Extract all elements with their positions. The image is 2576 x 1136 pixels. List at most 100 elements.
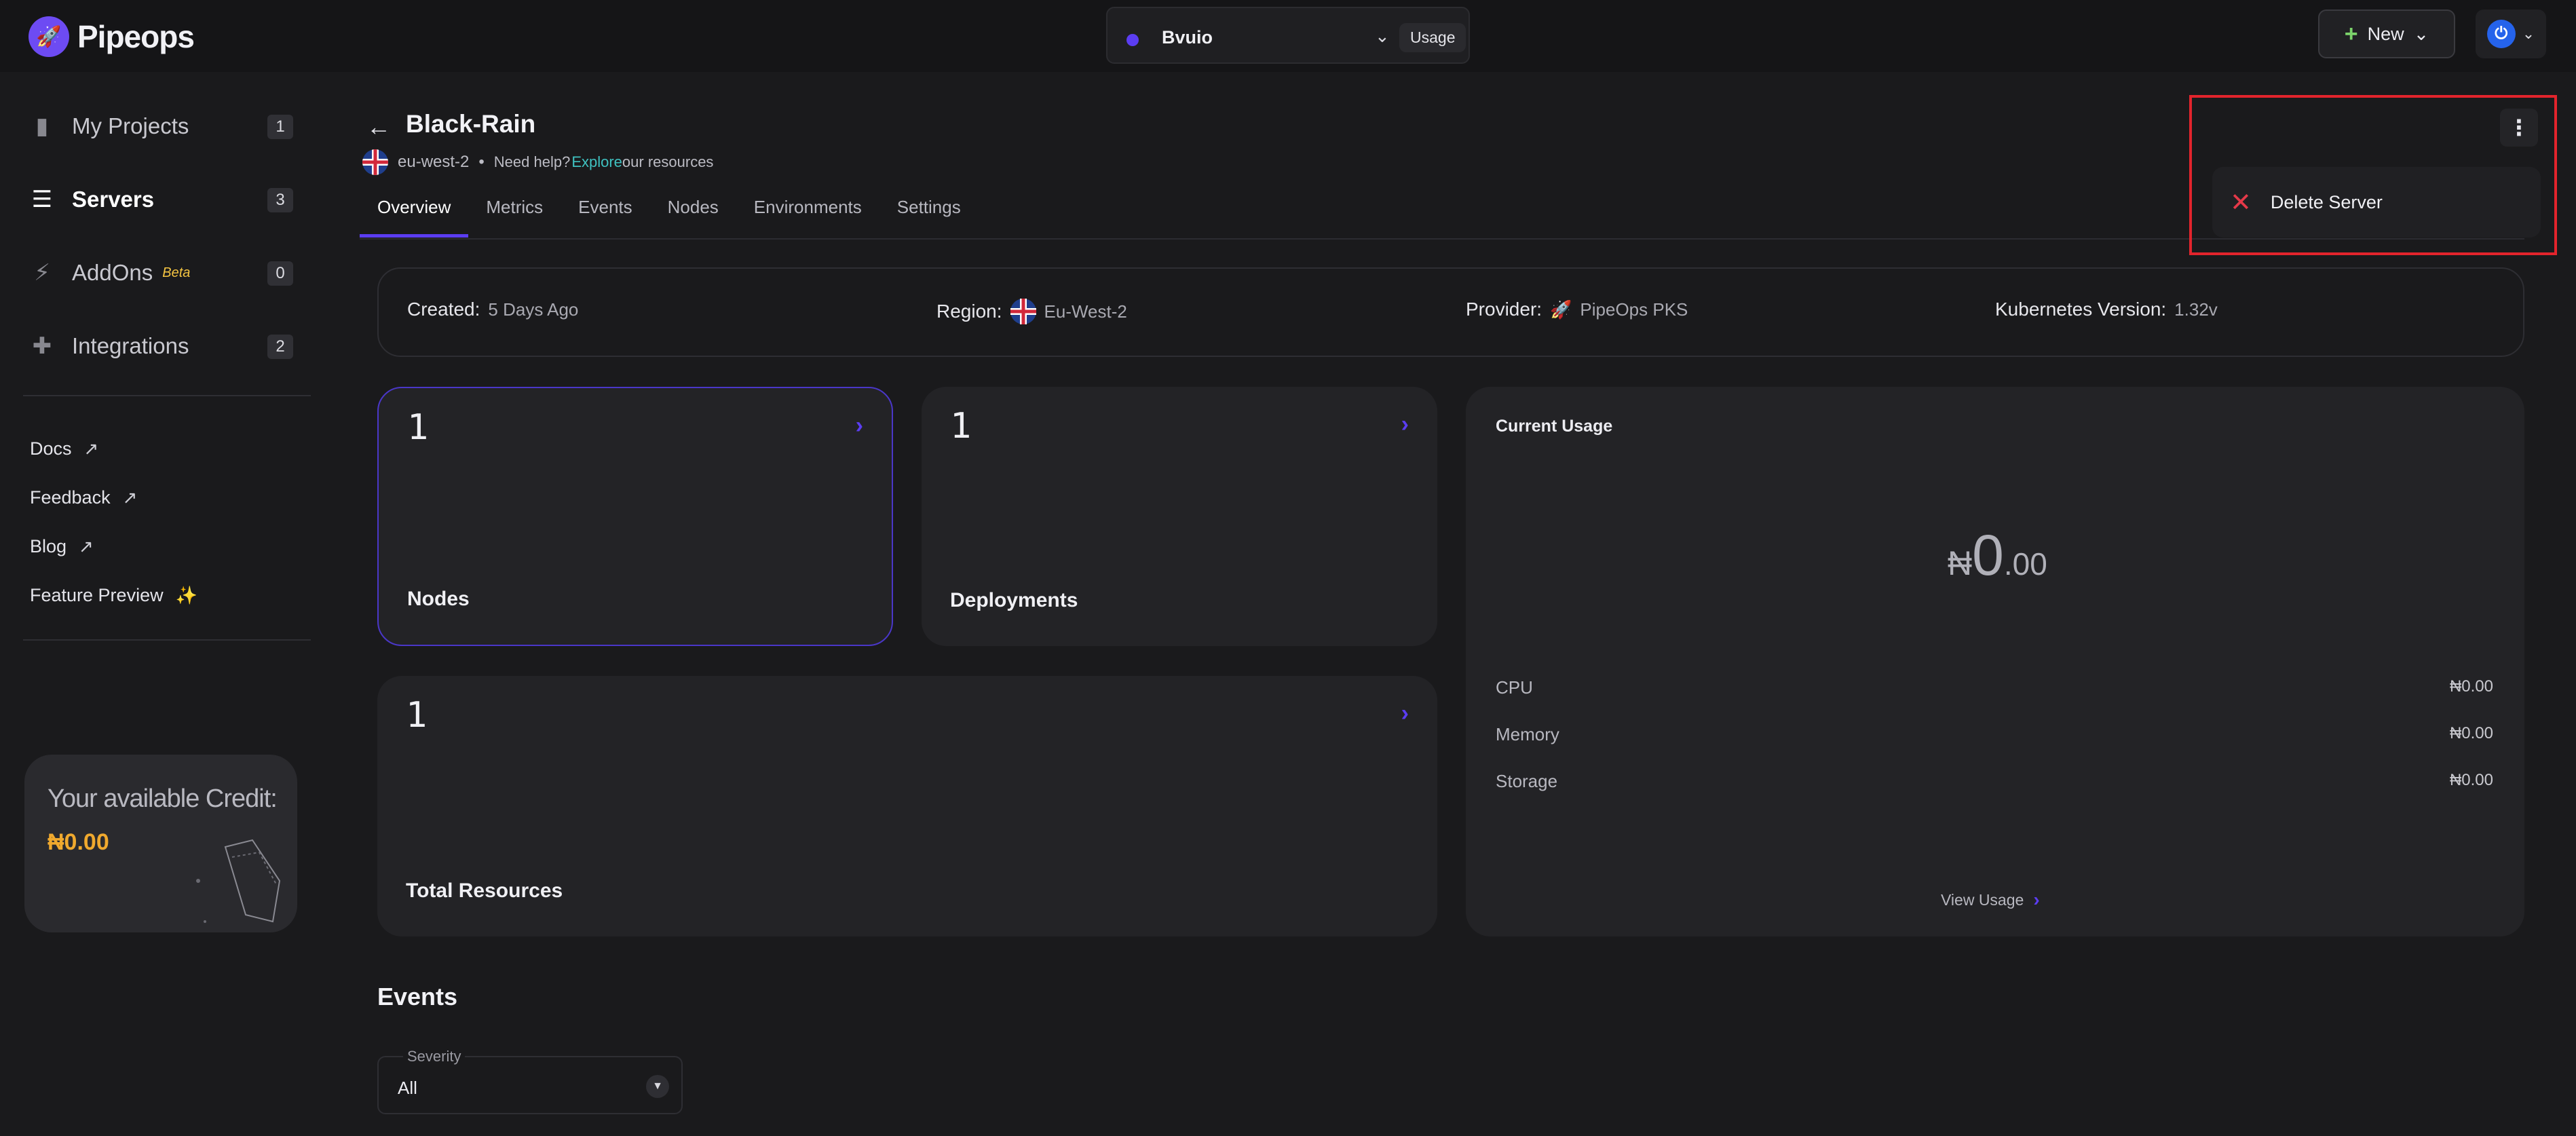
bullet-separator: • [478, 153, 485, 171]
usage-row-value: ₦0.00 [2449, 677, 2493, 696]
deployments-card[interactable]: 1 › Deployments [922, 387, 1437, 646]
severity-select[interactable]: Severity All ▼ [377, 1048, 683, 1114]
chevron-down-icon: ⌄ [2522, 25, 2535, 42]
usage-row-storage: Storage ₦0.00 [1496, 771, 2493, 792]
count-badge: 2 [267, 335, 293, 359]
count-badge: 0 [267, 261, 293, 286]
server-tabs: Overview Metrics Events Nodes Environmen… [360, 190, 979, 238]
usage-amount-minor: .00 [2003, 546, 2047, 582]
view-usage-link[interactable]: View Usage › [1941, 889, 2040, 911]
chevron-right-icon: › [2033, 889, 2040, 910]
chevron-down-icon: ⌄ [1375, 26, 1390, 46]
blog-link[interactable]: Blog ↗ [30, 536, 94, 557]
sidebar-item-addons[interactable]: ⚡ AddOns Beta 0 [29, 252, 293, 293]
resources-count: 1 [406, 695, 428, 736]
sidebar-item-label: AddOns [72, 260, 153, 285]
back-arrow-icon[interactable]: ← [366, 113, 391, 141]
divider [23, 639, 311, 641]
wallet-illustration-icon [196, 839, 281, 923]
feature-preview-label: Feature Preview [30, 585, 164, 605]
workspace-select[interactable]: Bvuio ⌄ Usage [1106, 7, 1470, 64]
usage-title: Current Usage [1496, 417, 1613, 436]
count-badge: 3 [267, 188, 293, 212]
plug-icon: ⚡ [34, 260, 50, 286]
usage-row-cpu: CPU ₦0.00 [1496, 677, 2493, 698]
tab-overview[interactable]: Overview [360, 190, 469, 238]
feature-preview-link[interactable]: Feature Preview ✨ [30, 585, 197, 606]
chevron-right-icon: › [1401, 700, 1409, 726]
chevron-right-icon: › [1401, 411, 1409, 437]
puzzle-icon: ✚ [32, 333, 52, 359]
created-label: Created: [407, 299, 480, 320]
provider-info: Provider: 🚀 PipeOps PKS [1466, 299, 1688, 320]
blog-link-label: Blog [30, 536, 67, 556]
usage-row-value: ₦0.00 [2449, 724, 2493, 742]
highlight-box [2189, 95, 2557, 255]
help-text: Need help? [493, 153, 571, 170]
usage-row-label: CPU [1496, 677, 1533, 698]
region-label: Region: [936, 301, 1002, 322]
kubernetes-info: Kubernetes Version: 1.32v [1995, 299, 2218, 320]
feedback-link[interactable]: Feedback ↗ [30, 487, 137, 508]
new-button-label: New [2367, 23, 2404, 44]
credit-title: Your available Credit: [48, 784, 278, 813]
sidebar: ▮ My Projects 1 ☰ Servers 3 ⚡ AddOns Bet… [0, 72, 319, 1136]
region-code: eu-west-2 [398, 153, 470, 171]
app-logo[interactable]: 🚀 Pipeops [29, 16, 195, 57]
resources-label: Total Resources [406, 879, 563, 902]
deployments-label: Deployments [950, 589, 1078, 611]
external-link-icon: ↗ [122, 487, 138, 508]
kubernetes-value: 1.32v [2174, 299, 2218, 320]
tab-nodes[interactable]: Nodes [650, 190, 736, 238]
app-name: Pipeops [77, 19, 195, 54]
server-subtitle: eu-west-2 • Need help? Exploreour resour… [362, 149, 713, 175]
sidebar-item-servers[interactable]: ☰ Servers 3 [29, 179, 293, 220]
credit-value: ₦0.00 [48, 829, 109, 855]
sidebar-item-my-projects[interactable]: ▮ My Projects 1 [29, 106, 293, 147]
sparkle-icon: ✨ [175, 585, 197, 605]
events-heading: Events [377, 983, 458, 1010]
usage-row-label: Storage [1496, 771, 1558, 791]
beta-badge: Beta [162, 265, 191, 280]
created-value: 5 Days Ago [488, 299, 579, 320]
workspace-dot-icon [1126, 34, 1139, 46]
explore-link[interactable]: Explore [571, 153, 622, 170]
usage-row-label: Memory [1496, 724, 1559, 744]
rocket-icon: 🚀 [1550, 299, 1572, 320]
server-info-bar: Created: 5 Days Ago Region: Eu-West-2 Pr… [377, 267, 2524, 357]
new-button[interactable]: + New ⌄ [2318, 10, 2455, 58]
docs-link[interactable]: Docs ↗ [30, 438, 98, 459]
uk-flag-icon [362, 149, 388, 175]
nodes-label: Nodes [407, 588, 470, 610]
workspace-name: Bvuio [1162, 27, 1213, 48]
rocket-icon: 🚀 [29, 16, 69, 57]
region-value: Eu-West-2 [1044, 301, 1127, 322]
count-badge: 1 [267, 115, 293, 139]
sidebar-item-integrations[interactable]: ✚ Integrations 2 [29, 326, 293, 366]
tab-environments[interactable]: Environments [736, 190, 879, 238]
tab-events[interactable]: Events [561, 190, 650, 238]
nodes-card[interactable]: 1 › Nodes [377, 387, 893, 646]
sidebar-item-label: My Projects [72, 113, 189, 138]
created-info: Created: 5 Days Ago [407, 299, 578, 320]
usage-row-memory: Memory ₦0.00 [1496, 724, 2493, 745]
current-usage-card: Current Usage ₦0.00 CPU ₦0.00 Memory ₦0.… [1466, 387, 2524, 936]
severity-value: All [398, 1078, 417, 1098]
provider-value: PipeOps PKS [1580, 299, 1688, 320]
total-resources-card[interactable]: 1 › Total Resources [377, 676, 1437, 936]
currency-symbol: ₦ [1948, 544, 1973, 582]
credit-card: Your available Credit: ₦0.00 [24, 755, 297, 932]
top-bar: 🚀 Pipeops Bvuio ⌄ Usage + New ⌄ ⏻ ⌄ [0, 0, 2576, 72]
plus-icon: + [2344, 20, 2358, 47]
tab-settings[interactable]: Settings [879, 190, 979, 238]
sidebar-item-label: Integrations [72, 333, 189, 358]
usage-row-value: ₦0.00 [2449, 771, 2493, 789]
view-usage-label: View Usage [1941, 890, 2024, 909]
usage-button[interactable]: Usage [1399, 23, 1466, 52]
tab-metrics[interactable]: Metrics [468, 190, 561, 238]
user-menu-button[interactable]: ⏻ ⌄ [2476, 10, 2546, 58]
server-icon: ☰ [31, 187, 53, 212]
document-icon: ▮ [35, 113, 49, 139]
help-suffix: our resources [622, 153, 714, 170]
sidebar-item-label: Servers [72, 187, 155, 212]
